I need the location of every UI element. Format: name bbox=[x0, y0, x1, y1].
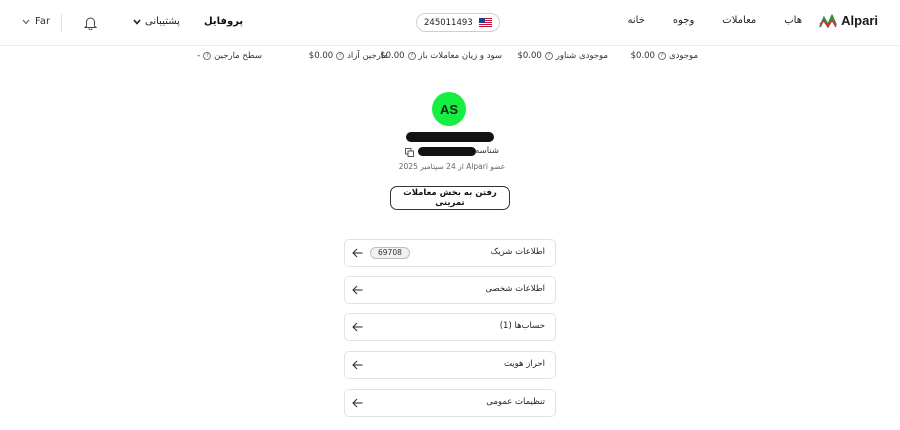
support-label: پشتیبانی bbox=[145, 16, 180, 27]
stat-free-margin: $0.00 ? مارجین آزاد bbox=[309, 51, 388, 61]
account-number: 245011493 bbox=[424, 17, 473, 28]
demo-trading-button[interactable]: رفتن به بخش معاملات تمرینی bbox=[390, 186, 510, 210]
member-since: عضو Alpari از 24 سپتامبر 2025 bbox=[398, 162, 506, 171]
profile-link[interactable]: پروفایل bbox=[204, 16, 243, 27]
help-icon[interactable]: ? bbox=[657, 52, 666, 60]
partner-id-badge: 69708 bbox=[370, 247, 410, 259]
bell-icon bbox=[83, 17, 98, 31]
arrow-left-icon bbox=[352, 248, 363, 258]
menu-accounts[interactable]: حساب‌ها (1) bbox=[344, 313, 556, 341]
redacted-client-id bbox=[418, 147, 476, 156]
main-nav: خانه وجوه معاملات هاب bbox=[628, 15, 803, 26]
alpari-logo-icon bbox=[819, 13, 838, 28]
redacted-user-name bbox=[406, 132, 494, 142]
stat-label: موجودی شناور bbox=[555, 51, 608, 61]
us-flag-icon bbox=[478, 18, 492, 27]
stat-value: $0.00 bbox=[308, 51, 334, 61]
stat-equity: $0.00 ? موجودی شناور bbox=[517, 51, 608, 61]
stat-value: - bbox=[197, 51, 201, 61]
menu-label: حساب‌ها (1) bbox=[499, 321, 545, 331]
stat-value: $0.00 bbox=[630, 51, 655, 61]
menu-partner-info[interactable]: اطلاعات شریک 69708 bbox=[344, 239, 556, 267]
stat-margin-level: - ? سطح مارجین bbox=[197, 51, 262, 61]
stat-open-pnl: $0.00 ? سود و زیان معاملات باز bbox=[380, 51, 502, 61]
nav-hub[interactable]: هاب bbox=[784, 15, 802, 26]
avatar: AS bbox=[432, 92, 466, 126]
client-id-row: شناسه bbox=[403, 146, 499, 160]
stat-value: $0.00 bbox=[517, 51, 542, 61]
nav-trading[interactable]: معاملات bbox=[722, 15, 756, 26]
notifications-button[interactable] bbox=[83, 15, 98, 33]
stat-label: سطح مارجین bbox=[214, 51, 262, 61]
chevron-down-icon bbox=[22, 19, 30, 24]
nav-home[interactable]: خانه bbox=[628, 15, 645, 26]
stat-label: سود و زیان معاملات باز bbox=[418, 51, 502, 61]
menu-label: اطلاعات شخصی bbox=[485, 284, 545, 294]
menu-verification[interactable]: احراز هویت bbox=[344, 351, 556, 379]
alpari-logo[interactable]: Alpari bbox=[819, 13, 878, 28]
copy-icon bbox=[405, 148, 414, 157]
arrow-left-icon bbox=[352, 322, 363, 332]
menu-label: اطلاعات شریک bbox=[490, 247, 545, 257]
top-header: Alpari خانه وجوه معاملات هاب 245011493 پ… bbox=[0, 0, 900, 46]
id-label: شناسه bbox=[475, 146, 499, 156]
logo-text: Alpari bbox=[841, 13, 878, 28]
arrow-left-icon bbox=[352, 285, 363, 295]
menu-general-settings[interactable]: تنظیمات عمومی bbox=[344, 389, 556, 417]
arrow-left-icon bbox=[352, 360, 363, 370]
header-divider bbox=[61, 14, 62, 32]
language-label: Far bbox=[35, 16, 51, 27]
menu-label: تنظیمات عمومی bbox=[486, 397, 545, 407]
help-icon[interactable]: ? bbox=[544, 52, 553, 60]
chevron-down-icon bbox=[133, 18, 141, 25]
help-icon[interactable]: ? bbox=[407, 52, 416, 60]
menu-personal-info[interactable]: اطلاعات شخصی bbox=[344, 276, 556, 304]
support-dropdown[interactable]: پشتیبانی bbox=[133, 16, 180, 27]
help-icon[interactable]: ? bbox=[203, 52, 212, 60]
stat-label: موجودی bbox=[668, 51, 698, 61]
stat-label: مارجین آزاد bbox=[347, 51, 388, 61]
account-stats-bar: $0.00 ? موجودی $0.00 ? موجودی شناور $0.0… bbox=[0, 51, 900, 65]
language-selector[interactable]: Far bbox=[22, 16, 50, 27]
copy-id-button[interactable] bbox=[405, 148, 414, 160]
stat-balance: $0.00 ? موجودی bbox=[631, 51, 698, 61]
account-selector[interactable]: 245011493 bbox=[416, 13, 500, 32]
help-icon[interactable]: ? bbox=[336, 52, 345, 60]
arrow-left-icon bbox=[352, 398, 363, 408]
menu-label: احراز هویت bbox=[503, 359, 545, 369]
nav-funds[interactable]: وجوه bbox=[673, 15, 694, 26]
